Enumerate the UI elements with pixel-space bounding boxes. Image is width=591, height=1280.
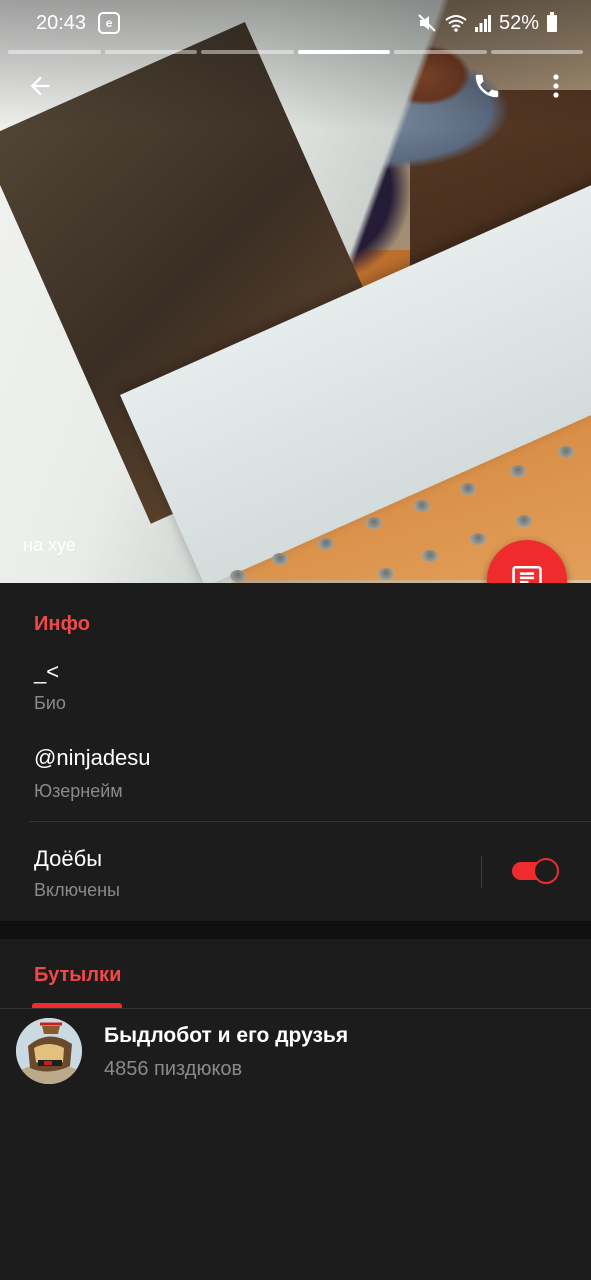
group-avatar-image <box>16 1018 82 1084</box>
notifications-state: Включены <box>34 880 120 900</box>
bio-value: _< <box>34 659 60 684</box>
more-vertical-icon <box>553 74 559 98</box>
phone-icon <box>475 74 499 98</box>
more-options-button[interactable] <box>532 62 580 110</box>
status-bar: 20:43 e 52% <box>0 0 591 46</box>
notifications-toggle[interactable] <box>510 858 560 884</box>
photo-caption: на хуе <box>23 535 76 555</box>
photo-binder-hole <box>414 500 430 512</box>
wifi-icon <box>445 15 467 32</box>
info-section: Инфо _< Био @ninjadesu Юзернейм Доёбы Вк… <box>0 583 591 921</box>
photo-binder-hole <box>272 553 288 565</box>
photo-binder-hole <box>460 483 476 495</box>
username-label: Юзернейм <box>34 781 123 801</box>
photo-binder-hole <box>378 568 394 580</box>
battery-icon <box>547 11 557 32</box>
tab-groups[interactable]: Бутылки <box>34 964 121 987</box>
notification-badge-icon: e <box>98 12 121 34</box>
photo-binder-hole <box>510 465 526 477</box>
toggle-knob <box>533 858 559 884</box>
progress-segment <box>490 50 583 54</box>
username-value: @ninjadesu <box>34 745 151 770</box>
toggle-separator <box>481 856 482 888</box>
mute-icon <box>418 14 436 32</box>
progress-segment <box>8 50 101 54</box>
group-avatar <box>16 1018 82 1084</box>
progress-segment <box>201 50 294 54</box>
photo-binder-hole <box>230 570 246 582</box>
photo-binder-hole <box>516 515 532 527</box>
notifications-label: Доёбы <box>34 846 103 871</box>
group-member-count: 4856 пиздюков <box>104 1058 243 1080</box>
progress-segment <box>297 50 390 54</box>
photo-binder-hole <box>366 517 382 529</box>
groups-section: Бутылки Быдлобот и его друзья 4856 пиздю… <box>0 939 591 1280</box>
info-section-title: Инфо <box>34 613 90 635</box>
photo-binder-hole <box>422 550 438 562</box>
section-gap <box>0 921 591 939</box>
group-name: Быдлобот и его друзья <box>104 1024 349 1047</box>
photo-binder-hole <box>318 538 334 550</box>
back-arrow-icon <box>30 76 50 96</box>
progress-segment <box>104 50 197 54</box>
photo-progress-bar <box>8 50 583 54</box>
photo-binder-hole <box>470 533 486 545</box>
bio-label: Био <box>34 693 66 713</box>
call-button[interactable] <box>463 62 511 110</box>
back-button[interactable] <box>16 62 64 110</box>
group-list-item[interactable]: Быдлобот и его друзья 4856 пиздюков <box>0 1009 591 1099</box>
status-time: 20:43 <box>36 11 87 34</box>
photo-binder-hole <box>558 446 574 458</box>
info-divider <box>29 821 591 822</box>
battery-percent: 52% <box>498 11 539 34</box>
progress-segment <box>394 50 487 54</box>
signal-icon <box>474 15 491 32</box>
